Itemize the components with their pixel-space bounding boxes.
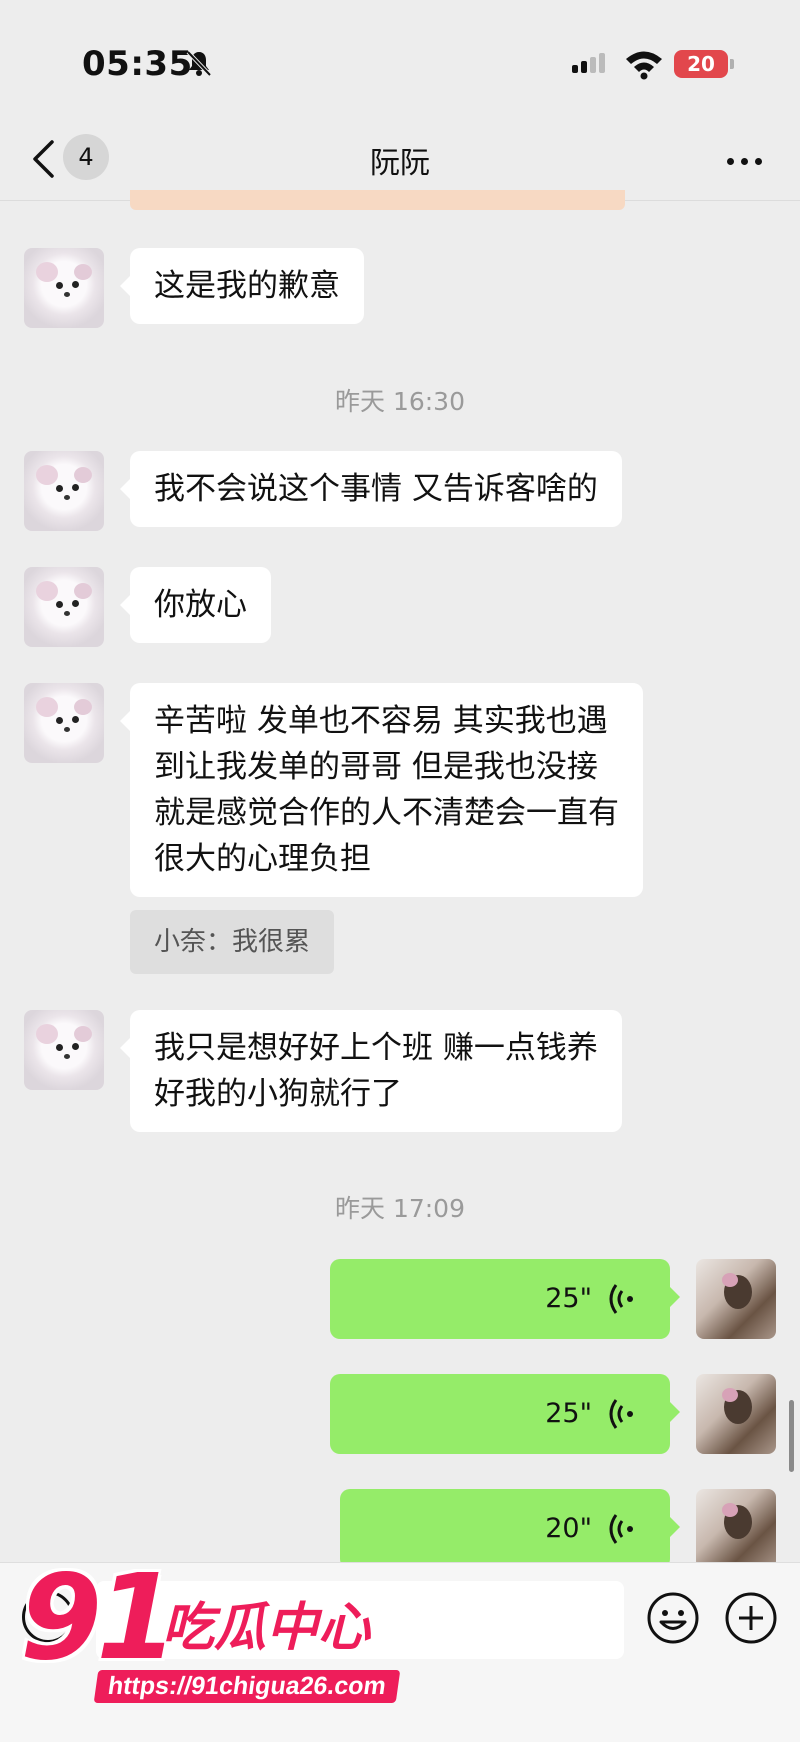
status-bar: 05:35 20 bbox=[0, 0, 800, 125]
more-options-icon[interactable] bbox=[727, 158, 762, 165]
contact-avatar[interactable] bbox=[24, 248, 104, 328]
message-text: 我不会说这个事情 又告诉客啥的 bbox=[154, 471, 598, 507]
bell-off-icon bbox=[186, 50, 212, 77]
my-avatar[interactable] bbox=[696, 1374, 776, 1454]
contact-avatar[interactable] bbox=[24, 567, 104, 647]
my-avatar[interactable] bbox=[696, 1489, 776, 1569]
voice-wave-icon bbox=[609, 1284, 633, 1314]
incoming-message-bubble[interactable]: 我只是想好好上个班 赚一点钱养 好我的小狗就行了 bbox=[120, 1010, 622, 1132]
voice-duration: 20" bbox=[545, 1513, 592, 1544]
message-text-line: 到让我发单的哥哥 但是我也没接 bbox=[154, 749, 598, 785]
outgoing-voice-message[interactable]: 25" bbox=[330, 1259, 680, 1339]
battery-indicator: 20 bbox=[674, 50, 734, 78]
plus-icon[interactable] bbox=[724, 1591, 778, 1645]
chat-title: 阮阮 bbox=[370, 146, 430, 181]
incoming-message-bubble[interactable]: 我不会说这个事情 又告诉客啥的 bbox=[120, 451, 622, 527]
watermark-url: https://91chigua26.com bbox=[93, 1670, 401, 1703]
contact-avatar[interactable] bbox=[24, 1010, 104, 1090]
incoming-message-bubble[interactable]: 这是我的歉意 bbox=[120, 248, 364, 324]
wifi-icon bbox=[626, 51, 662, 80]
timestamp: 昨天 16:30 bbox=[335, 387, 465, 416]
incoming-message-bubble[interactable]: 辛苦啦 发单也不容易 其实我也遇 到让我发单的哥哥 但是我也没接 就是感觉合作的… bbox=[120, 683, 643, 897]
status-time: 05:35 bbox=[82, 44, 193, 84]
contact-avatar[interactable] bbox=[24, 451, 104, 531]
message-text-line: 我只是想好好上个班 赚一点钱养 bbox=[154, 1030, 598, 1066]
my-avatar[interactable] bbox=[696, 1259, 776, 1339]
voice-wave-icon bbox=[609, 1399, 633, 1429]
contact-avatar[interactable] bbox=[24, 683, 104, 763]
timestamp: 昨天 17:09 bbox=[335, 1194, 465, 1223]
quoted-reply[interactable]: 小奈：我很累 bbox=[130, 910, 335, 974]
watermark-text: 吃瓜中心 bbox=[162, 1598, 371, 1658]
message-text-line: 就是感觉合作的人不清楚会一直有 bbox=[154, 795, 619, 831]
voice-duration: 25" bbox=[545, 1283, 592, 1314]
outgoing-voice-message[interactable]: 20" bbox=[340, 1489, 680, 1569]
scrolled-card-edge bbox=[130, 190, 625, 210]
watermark-number: 91 bbox=[20, 1548, 178, 1686]
message-text: 这是我的歉意 bbox=[154, 268, 340, 304]
incoming-message-bubble[interactable]: 你放心 bbox=[120, 567, 271, 643]
voice-wave-icon bbox=[609, 1514, 633, 1544]
cellular-signal-icon bbox=[572, 53, 605, 73]
message-text-line: 好我的小狗就行了 bbox=[154, 1076, 402, 1112]
message-text-line: 很大的心理负担 bbox=[154, 841, 371, 877]
voice-duration: 25" bbox=[545, 1398, 592, 1429]
chat-header: 4 阮阮 bbox=[0, 120, 800, 201]
scrollbar-thumb[interactable] bbox=[789, 1400, 794, 1472]
message-text: 你放心 bbox=[154, 587, 247, 623]
message-text-line: 辛苦啦 发单也不容易 其实我也遇 bbox=[154, 703, 608, 739]
emoji-icon[interactable] bbox=[646, 1591, 700, 1645]
outgoing-voice-message[interactable]: 25" bbox=[330, 1374, 680, 1454]
